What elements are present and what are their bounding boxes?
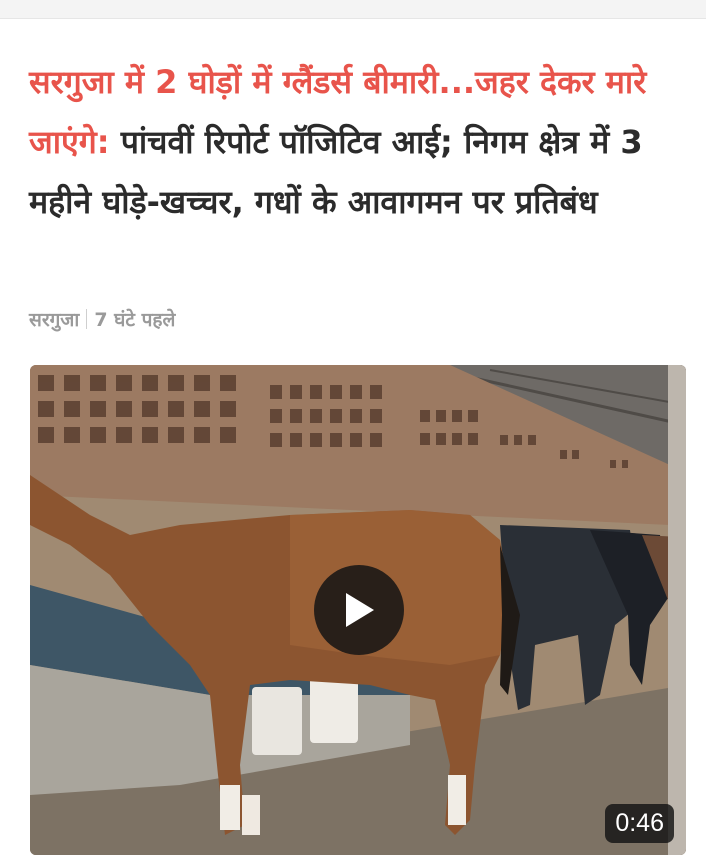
article-meta: सरगुजा 7 घंटे पहले <box>29 306 175 332</box>
meta-divider <box>86 309 88 329</box>
video-player[interactable]: 0:46 <box>30 365 686 855</box>
top-bar <box>0 0 706 19</box>
play-button[interactable] <box>314 565 404 655</box>
video-duration: 0:46 <box>605 804 674 843</box>
article-header: सरगुजा में 2 घोड़ों में ग्लैंडर्स बीमारी… <box>29 52 689 232</box>
location-link[interactable]: सरगुजा <box>29 306 79 332</box>
article-headline[interactable]: सरगुजा में 2 घोड़ों में ग्लैंडर्स बीमारी… <box>29 52 689 232</box>
headline-text: पांचवीं रिपोर्ट पॉजिटिव आई; निगम क्षेत्र… <box>29 123 643 221</box>
timestamp: 7 घंटे पहले <box>94 309 176 331</box>
play-icon <box>346 593 374 627</box>
